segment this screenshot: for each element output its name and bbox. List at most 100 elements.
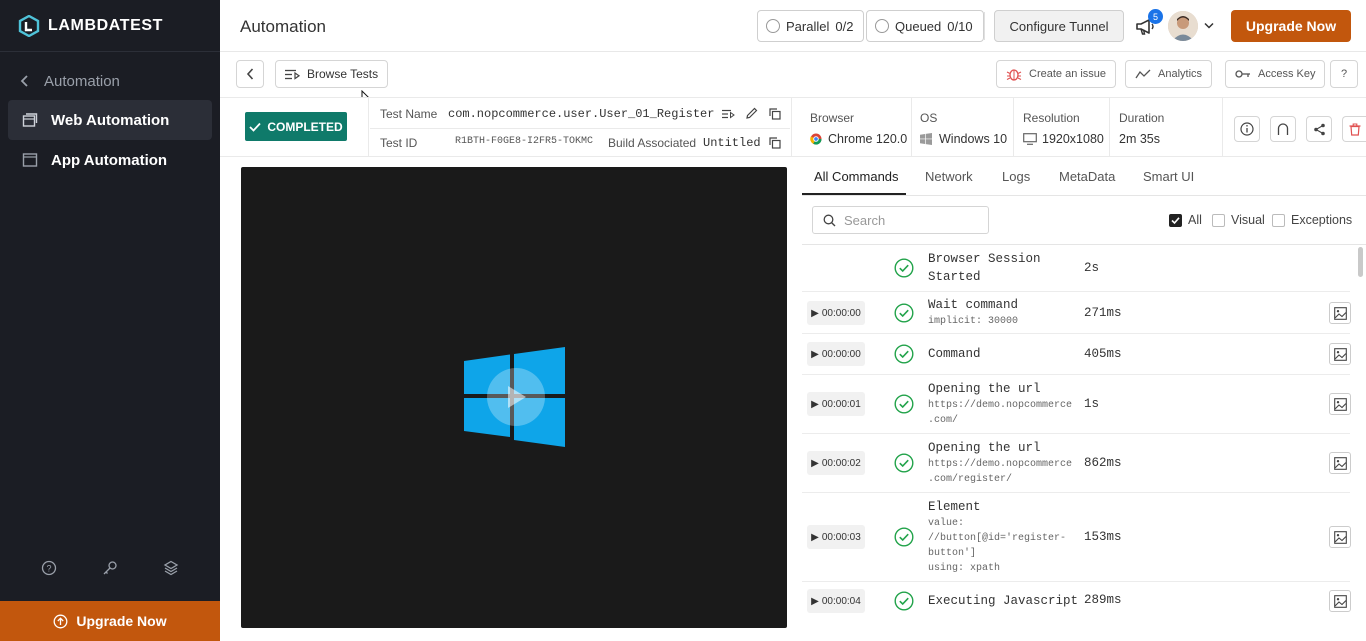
browse-tests-button[interactable]: Browse Tests xyxy=(275,60,389,88)
timestamp: 00:00:01 xyxy=(821,398,861,410)
status-badge: COMPLETED xyxy=(245,112,347,141)
edit-pencil-icon[interactable] xyxy=(746,107,758,119)
command-detail-line: value: xyxy=(928,518,965,529)
back-button[interactable] xyxy=(236,60,264,88)
command-row[interactable]: ▶ 00:00:04 Executing Javascript 289ms xyxy=(802,582,1351,622)
layers-icon[interactable] xyxy=(163,560,179,576)
screenshot-button[interactable] xyxy=(1329,452,1351,474)
delete-button[interactable] xyxy=(1342,116,1366,142)
key-icon[interactable] xyxy=(102,560,118,576)
command-row[interactable]: ▶ 00:00:00 Command 405ms xyxy=(802,334,1351,375)
sidebar-item-app-automation[interactable]: App Automation xyxy=(8,140,212,180)
avatar[interactable] xyxy=(1168,11,1198,41)
analytics-button[interactable]: Analytics xyxy=(1125,60,1213,88)
timestamp-chip[interactable]: ▶ 00:00:02 xyxy=(807,451,865,475)
play-button[interactable] xyxy=(487,368,545,426)
avatar-icon xyxy=(1168,11,1198,41)
test-name-label: Test Name xyxy=(380,107,438,121)
tab-logs[interactable]: Logs xyxy=(1002,169,1030,184)
list-play-icon[interactable] xyxy=(722,109,735,119)
command-row[interactable]: ▶ 00:00:02 Opening the url https://demo.n… xyxy=(802,434,1351,493)
command-detail: implicit: 30000 xyxy=(928,316,1019,327)
tab-metadata[interactable]: MetaData xyxy=(1059,169,1115,184)
chevron-left-icon xyxy=(246,68,253,80)
command-detail-line: button'] xyxy=(928,548,977,559)
play-icon xyxy=(508,386,526,408)
image-icon xyxy=(1333,347,1347,361)
command-detail-line: .com/ xyxy=(928,415,959,426)
chevron-down-icon[interactable] xyxy=(1204,22,1214,30)
tab-network[interactable]: Network xyxy=(925,169,973,184)
upgrade-now-button[interactable]: Upgrade Now xyxy=(1231,10,1351,42)
timestamp-chip[interactable]: ▶ 00:00:01 xyxy=(807,392,865,416)
sidebar-item-web-automation[interactable]: Web Automation xyxy=(8,100,212,140)
timestamp-chip[interactable]: ▶ 00:00:04 xyxy=(807,589,865,613)
checkmark-icon xyxy=(1171,216,1180,224)
status-label: COMPLETED xyxy=(267,119,343,134)
filter-exceptions[interactable]: Exceptions xyxy=(1272,213,1352,227)
timestamp: 00:00:04 xyxy=(821,595,861,607)
search-placeholder: Search xyxy=(844,212,886,228)
checkbox-visual[interactable] xyxy=(1212,213,1225,227)
access-key-label: Access Key xyxy=(1258,68,1316,80)
timestamp-chip[interactable]: ▶ 00:00:00 xyxy=(807,342,865,366)
trash-icon xyxy=(1349,122,1360,136)
analytics-label: Analytics xyxy=(1158,68,1203,80)
magnet-button[interactable] xyxy=(1270,116,1296,142)
command-detail: https://demo.nopcommerce .com/register/ xyxy=(928,457,1072,487)
scrollbar-thumb[interactable] xyxy=(1358,247,1363,277)
create-issue-button[interactable]: Create an issue xyxy=(996,60,1117,88)
copy-icon[interactable] xyxy=(769,108,781,120)
command-row[interactable]: ▶ 00:00:01 Opening the url https://demo.n… xyxy=(802,375,1351,434)
commands-panel: All Commands Network Logs MetaData Smart… xyxy=(802,157,1366,641)
filter-all[interactable]: All xyxy=(1169,213,1202,227)
image-icon xyxy=(1333,530,1347,544)
screenshot-button[interactable] xyxy=(1329,590,1351,612)
sidebar-back-automation[interactable]: Automation xyxy=(20,70,120,92)
help-circle-icon[interactable]: ? xyxy=(41,560,57,576)
info-separator xyxy=(911,98,912,156)
screenshot-button[interactable] xyxy=(1329,393,1351,415)
timestamp-chip[interactable]: ▶ 00:00:03 xyxy=(807,525,865,549)
sidebar-item-label: App Automation xyxy=(51,151,168,169)
command-search-input[interactable]: Search xyxy=(812,206,989,234)
screenshot-button[interactable] xyxy=(1329,526,1351,548)
browse-tests-label: Browse Tests xyxy=(307,67,379,81)
test-video-player[interactable] xyxy=(241,167,787,628)
parallel-status[interactable]: Parallel 0/2 xyxy=(757,10,865,42)
configure-tunnel-button[interactable]: Configure Tunnel xyxy=(994,10,1124,42)
test-name-value: com.nopcommerce.user.User_01_Register xyxy=(448,107,715,121)
copy-icon[interactable] xyxy=(769,137,781,149)
filter-visual-label: Visual xyxy=(1231,213,1265,227)
logo-text: LAMBDATEST xyxy=(48,17,164,34)
screenshot-button[interactable] xyxy=(1329,302,1351,324)
sidebar-divider xyxy=(0,51,220,52)
command-row[interactable]: ▶ 00:00:00 Wait command implicit: 30000 2… xyxy=(802,292,1351,334)
timestamp-chip[interactable]: ▶ 00:00:00 xyxy=(807,301,865,325)
filter-all-label: All xyxy=(1188,213,1202,227)
access-key-button[interactable]: Access Key xyxy=(1225,60,1326,88)
command-name: Opening the url xyxy=(928,441,1041,455)
upgrade-arrow-icon xyxy=(53,614,68,628)
screenshot-button[interactable] xyxy=(1329,343,1351,365)
help-button[interactable]: ? xyxy=(1330,60,1358,88)
build-value[interactable]: Untitled xyxy=(703,136,761,150)
filter-visual[interactable]: Visual xyxy=(1212,213,1265,227)
checkbox-exceptions[interactable] xyxy=(1272,213,1285,227)
info-separator xyxy=(791,98,792,156)
command-row[interactable]: Browser Session Started 2s xyxy=(802,245,1350,292)
header-separator xyxy=(984,12,985,40)
info-row-separator xyxy=(370,128,790,129)
lambdatest-logo[interactable]: LAMBDATEST xyxy=(18,14,163,38)
command-duration: 153ms xyxy=(1084,530,1122,544)
command-name: Executing Javascript xyxy=(928,594,1079,608)
tab-smart-ui[interactable]: Smart UI xyxy=(1143,169,1194,184)
command-row[interactable]: ▶ 00:00:03 Element value: //button[@id='r… xyxy=(802,493,1351,582)
tab-all-commands[interactable]: All Commands xyxy=(814,169,899,184)
info-button[interactable] xyxy=(1234,116,1260,142)
sidebar-upgrade-button[interactable]: Upgrade Now xyxy=(0,601,220,641)
queued-status[interactable]: Queued 0/10 xyxy=(866,10,984,42)
image-icon xyxy=(1333,306,1347,320)
share-button[interactable] xyxy=(1306,116,1332,142)
checkbox-all[interactable] xyxy=(1169,213,1182,227)
